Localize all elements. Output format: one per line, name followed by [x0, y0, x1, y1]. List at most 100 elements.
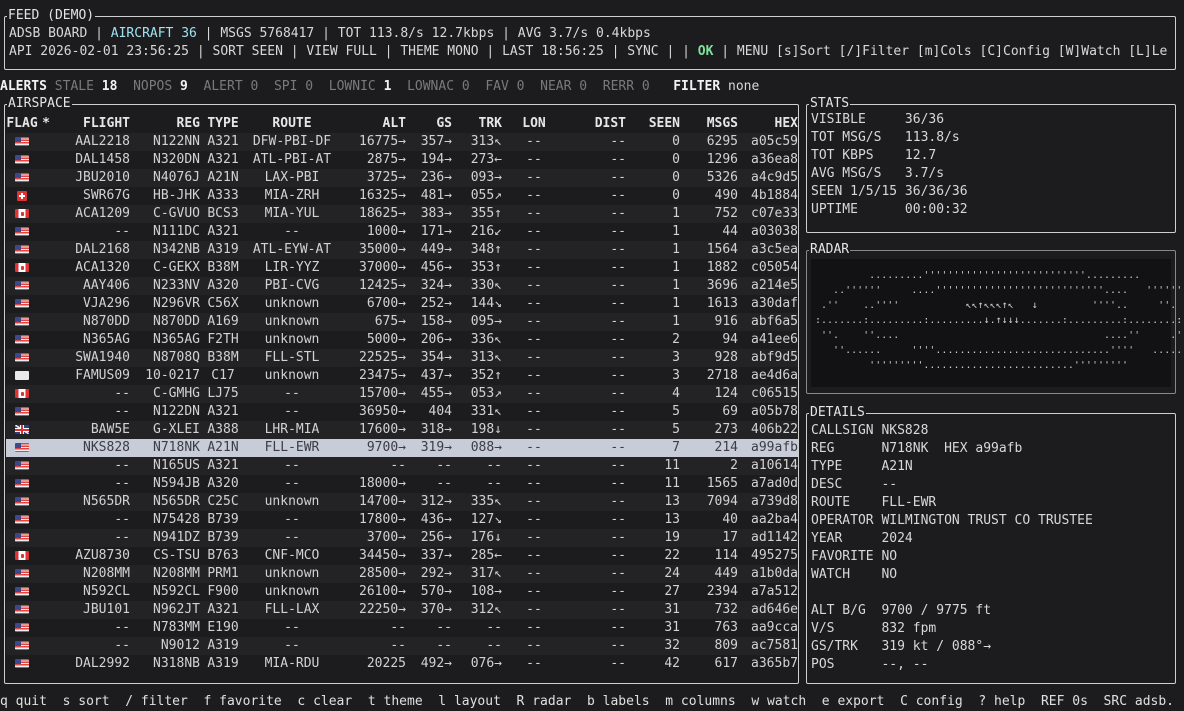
alert-near[interactable]: NEAR 0 — [540, 79, 587, 94]
column-header-alt[interactable]: ALT — [338, 115, 406, 133]
cell-flag — [6, 367, 38, 385]
cell-seen: 4 — [626, 385, 680, 403]
column-header-gs[interactable]: GS — [406, 115, 452, 133]
table-row[interactable]: -- N594JB A320 -- 18000→ -- -- -- -- 11 1565 a7ad0d — [6, 475, 798, 493]
alert-spi[interactable]: SPI 0 — [274, 79, 313, 94]
cell-alt: 23475→ — [359, 368, 406, 383]
column-header-lon[interactable]: LON — [502, 115, 566, 133]
cell-flight: N208MM — [54, 565, 130, 583]
cell-gs: 570→ — [420, 584, 452, 599]
alert-nopos[interactable]: NOPOS 9 — [133, 79, 188, 94]
table-row[interactable]: SWA1940 N8708Q B38M FLL-STL 22525→ 354→ 313↖ --… — [6, 349, 798, 367]
column-header-flight[interactable]: FLIGHT — [54, 115, 130, 133]
table-row[interactable]: -- N9012 A319 -- -- -- -- -- -- 32 809 ac7581 — [6, 637, 798, 655]
table-row[interactable]: ACA1209 C-GVUO BCS3 MIA-YUL 18625→ 383→ 355↑ --… — [6, 205, 798, 223]
cell-flag — [6, 529, 38, 547]
table-row[interactable]: DAL2168 N342NB A319 ATL-EYW-AT 35000→ 449→ 348… — [6, 241, 798, 259]
column-header-flag[interactable]: FLAG — [6, 115, 38, 133]
column-header-reg[interactable]: REG — [130, 115, 200, 133]
column-header-dist[interactable]: DIST — [566, 115, 626, 133]
column-header-star[interactable]: * — [38, 115, 54, 133]
table-row[interactable]: -- N75428 B739 -- 17800→ 436→ 127↘ -- -- 13 40 aa2b… — [6, 511, 798, 529]
alert-lownac[interactable]: LOWNAC 0 — [407, 79, 470, 94]
alert-fav[interactable]: FAV 0 — [485, 79, 524, 94]
cell-trk: 088→ — [452, 439, 502, 457]
table-row[interactable]: N870DD N870DD A169 unknown 675→ 158→ 095→ -- -- 1… — [6, 313, 798, 331]
cell-flight: -- — [114, 404, 130, 419]
flag-us-icon — [15, 245, 29, 254]
stats-key: VISIBLE — [811, 112, 905, 127]
details-value: 2024 — [881, 531, 913, 546]
cell-flight: ACA1320 — [75, 260, 130, 275]
details-row: CALLSIGN NKS828 — [811, 422, 928, 440]
flag-us-icon — [15, 227, 29, 236]
cell-type: A321 — [200, 601, 246, 619]
table-row[interactable]: AAY406 N233NV A320 PBI-CVG 12425→ 324→ 330↖ -- -… — [6, 277, 798, 295]
table-row[interactable]: ACA1320 C-GEKX B38M LIR-YYZ 37000→ 456→ 353↑ --… — [6, 259, 798, 277]
column-header-route[interactable]: ROUTE — [246, 115, 338, 133]
flag-xx-icon — [15, 371, 29, 380]
table-row[interactable]: -- N111DC A321 -- 1000→ 171→ 216↙ -- -- 1 44 a03038 — [6, 223, 798, 241]
cell-route: -- — [246, 529, 338, 547]
board-label: ADSB BOARD — [9, 26, 88, 41]
table-row[interactable]: N208MM N208MM PRM1 unknown 28500→ 292→ 317↖ -- -… — [6, 565, 798, 583]
table-row[interactable]: AAL2218 N122NN A321 DFW-PBI-DF 16775→ 357→ 313… — [6, 133, 798, 151]
cell-seen: 0 — [672, 188, 680, 203]
alert-lownic[interactable]: LOWNIC 1 — [329, 79, 392, 94]
cell-msgs: 617 — [714, 656, 738, 671]
cell-msgs: 3696 — [680, 277, 738, 295]
cell-dist: -- — [566, 133, 626, 151]
menu-shortcuts[interactable]: | MENU [s]Sort [/]Filter [m]Cols [C]Conf… — [721, 44, 1167, 59]
cell-star — [38, 151, 54, 169]
cell-gs: 171→ — [420, 224, 452, 239]
cell-type: PRM1 — [200, 565, 246, 583]
table-row[interactable]: JBU101 N962JT A321 FLL-LAX 22250→ 370→ 312↖ -- -… — [6, 601, 798, 619]
alert-rerr[interactable]: RERR 0 — [603, 79, 650, 94]
table-row[interactable]: JBU2010 N4076J A21N LAX-PBI 3725→ 236→ 093→ -- -… — [6, 169, 798, 187]
alert-count: 0 — [250, 79, 259, 94]
table-row[interactable]: BAW5E G-XLEI A388 LHR-MIA 17600→ 318→ 198↓ -- --… — [6, 421, 798, 439]
details-value: -- — [881, 477, 898, 492]
details-row: YEAR 2024 — [811, 530, 913, 548]
table-row[interactable]: SWR67G HB-JHK A333 MIA-ZRH 16325→ 481→ 055↗ -- -… — [6, 187, 798, 205]
cell-trk: 317↖ — [452, 565, 502, 583]
filter-value[interactable]: none — [728, 79, 759, 94]
cell-alt: 20225 — [366, 656, 406, 671]
table-row[interactable]: -- N783MM E190 -- -- -- -- -- -- 31 763 aa9cca — [6, 619, 798, 637]
table-row[interactable]: AZU8730 CS-TSU B763 CNF-MCO 34450→ 337→ 285← --… — [6, 547, 798, 565]
column-header-hex[interactable]: HEX — [738, 115, 798, 133]
cell-trk: 312↖ — [452, 601, 502, 619]
alert-stale[interactable]: STALE 18 — [55, 79, 118, 94]
table-row[interactable]: N565DR N565DR C25C unknown 14700→ 312→ 335↖ -- -… — [6, 493, 798, 511]
alert-alert[interactable]: ALERT 0 — [204, 79, 259, 94]
cell-dist: -- — [610, 332, 626, 347]
cell-alt: -- — [338, 637, 406, 655]
table-row[interactable]: NKS828 N718NK A21N FLL-EWR 9700→ 319→ 088→ -- --… — [6, 439, 798, 457]
cell-alt: 6700→ — [366, 296, 406, 311]
keybinding-footer[interactable]: q quit s sort / filter f favorite c clea… — [0, 693, 1174, 711]
radar-screen[interactable]: .........'''''''''''''''''''''''''''....… — [811, 259, 1184, 387]
table-row[interactable]: -- N122DN A321 -- 36950→ 404 331↖ -- -- 5 69 a05b78 — [6, 403, 798, 421]
cell-gs: 436→ — [420, 512, 452, 527]
cell-type: LJ75 — [200, 385, 246, 403]
cell-hex: a7ad0d — [751, 476, 798, 491]
table-row[interactable]: DAL2992 N318NB A319 MIA-RDU 20225 492→ 076→ -- -… — [6, 655, 798, 673]
column-header-type[interactable]: TYPE — [200, 115, 246, 133]
table-row[interactable]: N592CL N592CL F900 unknown 26100→ 570→ 108→ -- -… — [6, 583, 798, 601]
table-row[interactable]: -- C-GMHG LJ75 -- 15700→ 455→ 053↗ -- -- 4 124 c065… — [6, 385, 798, 403]
details-key: YEAR — [811, 531, 882, 546]
cell-gs: -- — [406, 457, 452, 475]
table-row[interactable]: FAMUS09 10-0217 C17 unknown 23475→ 437→ 352↑ --… — [6, 367, 798, 385]
cell-route: MIA-YUL — [246, 205, 338, 223]
table-row[interactable]: -- N165US A321 -- -- -- -- -- -- 11 2 a10614 — [6, 457, 798, 475]
table-row[interactable]: DAL1458 N320DN A321 ATL-PBI-AT 2875→ 194→ 273←… — [6, 151, 798, 169]
alert-label: STALE — [54, 79, 102, 94]
column-header-seen[interactable]: SEEN — [626, 115, 680, 133]
table-row[interactable]: N365AG N365AG F2TH unknown 5000→ 206→ 336↖ -- --… — [6, 331, 798, 349]
column-header-msgs[interactable]: MSGS — [680, 115, 738, 133]
column-header-trk[interactable]: TRK — [452, 115, 502, 133]
table-row[interactable]: VJA296 N296VR C56X unknown 6700→ 252→ 144↘ -- --… — [6, 295, 798, 313]
cell-hex: c06515 — [738, 385, 798, 403]
table-row[interactable]: -- N941DZ B739 -- 3700→ 256→ 176↓ -- -- 19 17 ad114… — [6, 529, 798, 547]
cell-lon: -- — [502, 637, 566, 655]
